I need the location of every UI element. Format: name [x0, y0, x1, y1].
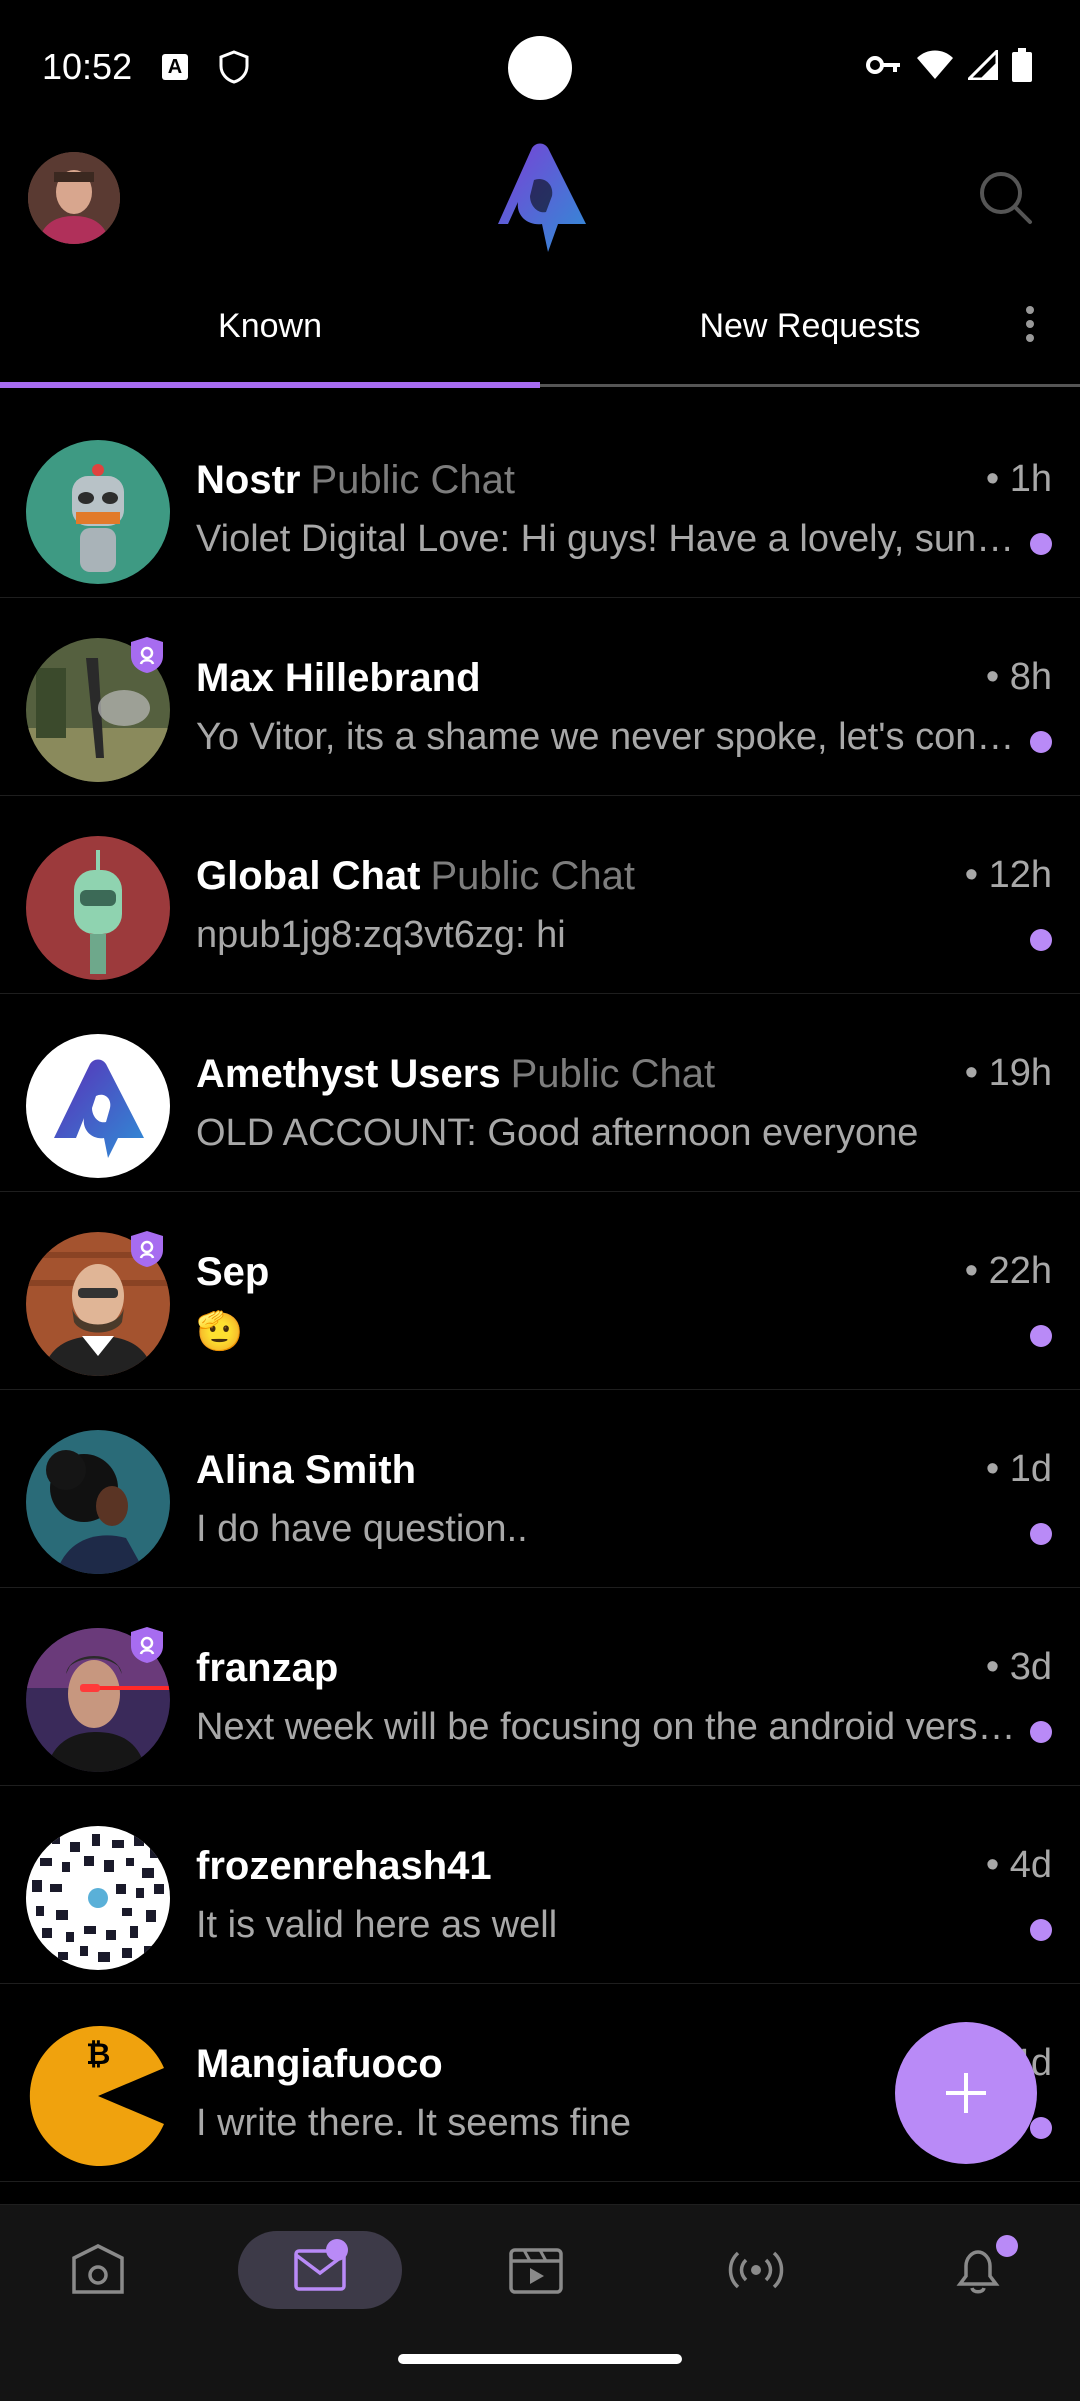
search-icon[interactable]: [976, 168, 1034, 226]
battery-icon: [1012, 48, 1032, 82]
tab-known[interactable]: Known: [0, 270, 540, 382]
new-message-button[interactable]: [895, 2022, 1037, 2164]
chat-time: • 3d: [985, 1646, 1052, 1688]
nav-notifications[interactable]: [918, 2231, 1038, 2309]
chat-name: frozenrehash41: [196, 1844, 492, 1888]
svg-text:₿: ₿: [86, 2038, 110, 2071]
chat-list: Nostr Public Chat • 1h Violet Digital Lov…: [0, 400, 1080, 2182]
camera-cutout: [508, 36, 572, 100]
unread-dot: [1030, 1523, 1052, 1545]
verified-badge-icon: [131, 1231, 163, 1267]
chat-preview: I write there. It seems fine: [196, 2102, 632, 2144]
home-indicator: [398, 2354, 682, 2364]
tab-selected-indicator: [0, 382, 540, 388]
nav-live[interactable]: [696, 2231, 816, 2309]
key-icon: [866, 56, 900, 74]
nav-messages[interactable]: [238, 2231, 402, 2309]
chat-row-frozenrehash41[interactable]: frozenrehash41 • 4d It is valid here as …: [0, 1786, 1080, 1984]
chat-time: • 8h: [985, 656, 1052, 698]
chat-type: Public Chat: [510, 1052, 716, 1096]
chat-row-sep[interactable]: Sep • 22h 🫡: [0, 1192, 1080, 1390]
avatar: [26, 1826, 170, 1970]
chat-name: Alina Smith: [196, 1448, 417, 1492]
chat-time: • 12h: [964, 854, 1052, 896]
unread-dot: [1030, 929, 1052, 951]
home-icon: [72, 2244, 124, 2294]
avatar: [26, 440, 170, 584]
chat-name: Amethyst Users: [196, 1052, 501, 1096]
unread-dot: [1030, 533, 1052, 555]
unread-dot: [326, 2239, 348, 2261]
chat-row-alina-smith[interactable]: Alina Smith • 1d I do have question..: [0, 1390, 1080, 1588]
tab-divider: [540, 384, 1080, 387]
chat-type: Public Chat: [430, 854, 636, 898]
broadcast-icon: [728, 2251, 784, 2289]
chat-preview: Next week will be focusing on the androi…: [196, 1706, 1016, 1748]
chat-name: Nostr: [196, 458, 301, 502]
status-bar: 10:52 A: [0, 0, 1080, 134]
unread-dot: [1030, 2117, 1052, 2139]
tab-new-requests[interactable]: New Requests: [540, 270, 1080, 382]
profile-avatar[interactable]: [28, 152, 120, 244]
wifi-icon: [917, 50, 953, 79]
shield-icon: [219, 50, 249, 84]
chat-name: Global Chat: [196, 854, 421, 898]
avatar: [26, 836, 170, 980]
chat-row-nostr[interactable]: Nostr Public Chat • 1h Violet Digital Lov…: [0, 400, 1080, 598]
video-icon: [509, 2248, 563, 2294]
chat-preview: It is valid here as well: [196, 1904, 558, 1946]
unread-dot: [1030, 731, 1052, 753]
chat-preview: Yo Vitor, its a shame we never spoke, le…: [196, 716, 1016, 758]
chat-time: • 4d: [985, 1844, 1052, 1886]
chat-time: • 22h: [964, 1250, 1052, 1292]
chat-time: • 1d: [985, 1448, 1052, 1490]
chat-time: • 19h: [964, 1052, 1052, 1094]
chat-preview: Violet Digital Love: Hi guys! Have a lov…: [196, 518, 1016, 560]
chat-row-amethyst-users[interactable]: Amethyst Users Public Chat • 19h OLD ACCO…: [0, 994, 1080, 1192]
chat-preview: npub1jg8:zq3vt6zg: hi: [196, 914, 566, 956]
chat-name: franzap: [196, 1646, 339, 1690]
bottom-navigation: [0, 2204, 1080, 2401]
top-bar: [0, 140, 1080, 260]
chat-row-max-hillebrand[interactable]: Max Hillebrand • 8h Yo Vitor, its a sham…: [0, 598, 1080, 796]
chat-name: Mangiafuoco: [196, 2042, 443, 2086]
bell-icon: [956, 2250, 1000, 2294]
verified-badge-icon: [131, 1627, 163, 1663]
signal-icon: [968, 50, 998, 80]
avatar: [26, 1430, 170, 1574]
chat-preview: I do have question..: [196, 1508, 528, 1550]
chat-type: Public Chat: [310, 458, 516, 502]
status-time: 10:52: [42, 46, 133, 87]
unread-dot: [1030, 1325, 1052, 1347]
chat-preview: 🫡: [196, 1311, 244, 1353]
chat-row-franzap[interactable]: franzap • 3d Next week will be focusing …: [0, 1588, 1080, 1786]
nav-home[interactable]: [38, 2231, 158, 2309]
chat-preview: OLD ACCOUNT: Good afternoon everyone: [196, 1112, 919, 1154]
chat-row-global-chat[interactable]: Global Chat Public Chat • 12h npub1jg8:zq…: [0, 796, 1080, 994]
avatar: [26, 1034, 170, 1178]
conversation-tabs: Known New Requests: [0, 270, 1080, 388]
unread-dot: [1030, 1919, 1052, 1941]
a-icon: A: [162, 54, 188, 80]
nav-video[interactable]: [476, 2231, 596, 2309]
verified-badge-icon: [131, 637, 163, 673]
amethyst-logo[interactable]: [488, 140, 592, 256]
plus-icon: [946, 2073, 986, 2113]
unread-dot: [996, 2235, 1018, 2257]
unread-dot: [1030, 1721, 1052, 1743]
more-options-icon[interactable]: [1010, 300, 1050, 356]
chat-time: • 1h: [985, 458, 1052, 500]
avatar: ₿: [26, 2024, 170, 2168]
chat-name: Max Hillebrand: [196, 656, 481, 700]
chat-name: Sep: [196, 1250, 270, 1294]
